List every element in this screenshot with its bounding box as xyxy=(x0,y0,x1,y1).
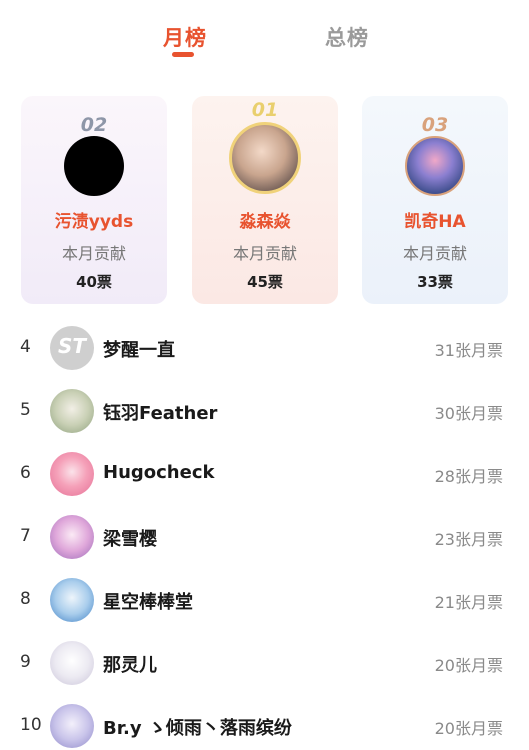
user-name: 星空棒棒堂 xyxy=(103,592,193,613)
podium-card-rank-3[interactable]: 03 凯奇HA 本月贡献 33票 xyxy=(362,96,508,304)
user-name: 梦醒一直 xyxy=(103,340,175,361)
avatar[interactable] xyxy=(405,136,465,196)
podium-card-rank-2[interactable]: 02 污渍yyds 本月贡献 40票 xyxy=(21,96,167,304)
contribution-label: 本月贡献 xyxy=(61,244,126,263)
vote-count: 28张月票 xyxy=(434,467,503,486)
avatar[interactable]: ST xyxy=(50,326,94,370)
rank-number: 10 xyxy=(20,715,42,735)
vote-count: 33票 xyxy=(417,273,453,291)
rank-badge: 03 xyxy=(421,114,449,136)
user-name: 梁雪樱 xyxy=(103,529,157,550)
vote-count: 20张月票 xyxy=(434,719,503,738)
vote-count: 40票 xyxy=(76,273,112,291)
avatar[interactable] xyxy=(229,122,301,194)
podium-card-rank-1[interactable]: 01 淼森焱 本月贡献 45票 xyxy=(192,96,338,304)
avatar[interactable] xyxy=(50,515,94,559)
tab-total[interactable]: 总榜 xyxy=(325,22,369,52)
avatar[interactable] xyxy=(50,389,94,433)
avatar[interactable] xyxy=(50,641,94,685)
list-item[interactable]: 7 梁雪樱 23张月票 xyxy=(0,506,529,569)
list-item[interactable]: 10 Br.y ゝ倾雨丶落雨缤纷 20张月票 xyxy=(0,695,529,750)
avatar[interactable] xyxy=(50,452,94,496)
rank-number: 6 xyxy=(20,463,31,483)
tab-monthly[interactable]: 月榜 xyxy=(163,22,207,52)
user-name[interactable]: 淼森焱 xyxy=(192,207,338,232)
vote-count: 20张月票 xyxy=(434,656,503,675)
rank-number: 5 xyxy=(20,400,31,420)
rank-badge: 01 xyxy=(251,99,279,121)
vote-count: 21张月票 xyxy=(434,593,503,612)
user-name: Hugocheck xyxy=(103,462,215,483)
vote-count: 31张月票 xyxy=(434,341,503,360)
vote-count: 23张月票 xyxy=(434,530,503,549)
user-name[interactable]: 凯奇HA xyxy=(362,207,508,232)
rank-number: 8 xyxy=(20,589,31,609)
avatar[interactable] xyxy=(64,136,124,196)
active-tab-indicator xyxy=(172,52,194,57)
contribution-label: 本月贡献 xyxy=(402,244,467,263)
list-item[interactable]: 4 ST 梦醒一直 31张月票 xyxy=(0,317,529,380)
vote-count: 30张月票 xyxy=(434,404,503,423)
contribution-label: 本月贡献 xyxy=(232,244,297,263)
list-item[interactable]: 6 Hugocheck 28张月票 xyxy=(0,443,529,506)
ranking-tabs: 月榜 总榜 xyxy=(0,0,529,70)
user-name: 钰羽Feather xyxy=(103,403,218,424)
rank-number: 7 xyxy=(20,526,31,546)
avatar[interactable] xyxy=(50,578,94,622)
list-item[interactable]: 9 那灵儿 20张月票 xyxy=(0,632,529,695)
logo-icon: ST xyxy=(57,334,87,358)
user-name: Br.y ゝ倾雨丶落雨缤纷 xyxy=(103,718,292,739)
rank-badge: 02 xyxy=(80,114,108,136)
list-item[interactable]: 5 钰羽Feather 30张月票 xyxy=(0,380,529,443)
user-name[interactable]: 污渍yyds xyxy=(21,207,167,232)
rank-number: 4 xyxy=(20,337,31,357)
avatar[interactable] xyxy=(50,704,94,748)
vote-count: 45票 xyxy=(247,273,283,291)
list-item[interactable]: 8 星空棒棒堂 21张月票 xyxy=(0,569,529,632)
rank-number: 9 xyxy=(20,652,31,672)
user-name: 那灵儿 xyxy=(103,655,157,676)
